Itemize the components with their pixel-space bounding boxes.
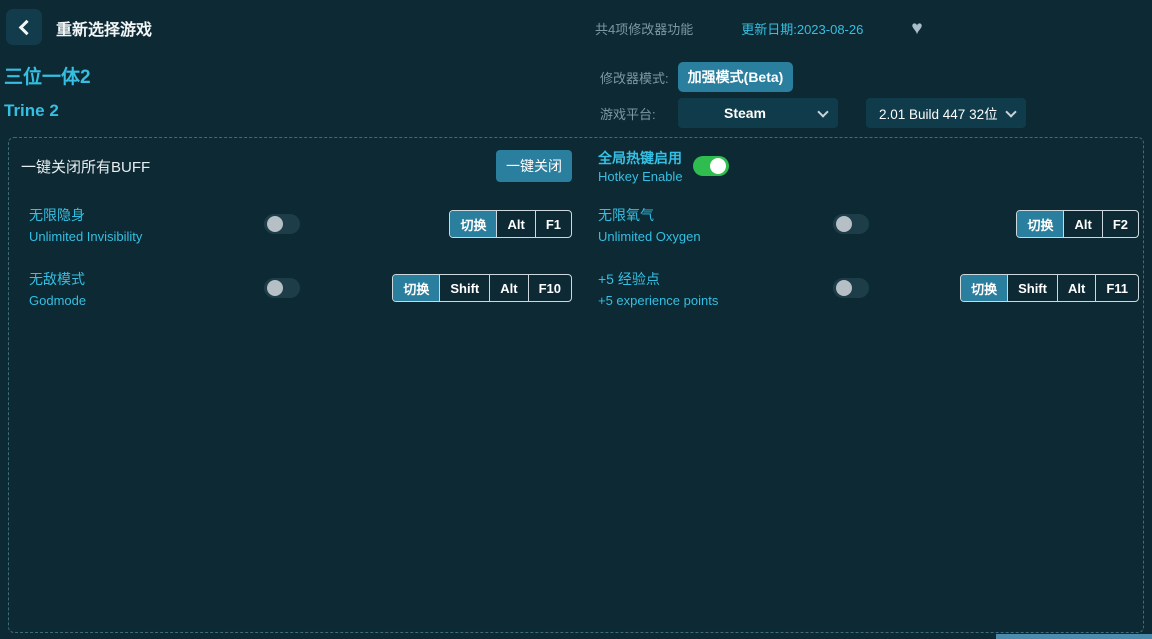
platform-label: 游戏平台:: [600, 104, 678, 123]
platform-value: Steam: [678, 98, 812, 128]
hotkey-key-badge: F10: [528, 275, 571, 301]
toggle-knob: [267, 280, 283, 296]
cheat-name-en: +5 experience points: [598, 293, 833, 308]
mode-label: 修改器模式:: [600, 68, 678, 87]
hotkey-group[interactable]: 切换ShiftAltF11: [960, 274, 1139, 302]
header: 重新选择游戏 共4项修改器功能 更新日期:2023-08-26 ♥: [0, 0, 1152, 56]
cheat-name-cn: +5 经验点: [598, 269, 833, 289]
hotkey-mode-badge: 切换: [450, 211, 496, 237]
version-value: 2.01 Build 447 32位: [866, 98, 1000, 128]
global-hotkey-toggle[interactable]: [693, 156, 729, 176]
feature-count: 共4项修改器功能: [595, 19, 693, 38]
cheat-name-en: Godmode: [29, 293, 264, 308]
hotkey-key-badge: Shift: [1007, 275, 1057, 301]
hotkey-key-badge: Alt: [496, 211, 534, 237]
chevron-down-icon: [817, 106, 828, 117]
chevron-left-icon: [18, 19, 34, 35]
cheat-name-en: Unlimited Oxygen: [598, 229, 833, 244]
horizontal-scrollbar-thumb[interactable]: [996, 634, 1152, 639]
global-hotkey-label-en: Hotkey Enable: [598, 169, 683, 184]
cheat-labels: 无限氧气 Unlimited Oxygen: [598, 205, 833, 244]
hotkey-key-badge: Alt: [1057, 275, 1095, 301]
toggle-knob: [267, 216, 283, 232]
update-date: 更新日期:2023-08-26: [741, 19, 863, 38]
toggle-knob: [836, 216, 852, 232]
version-dropdown[interactable]: 2.01 Build 447 32位: [866, 98, 1026, 128]
master-label: 一键关闭所有BUFF: [21, 156, 150, 177]
cheat-labels: 无敌模式 Godmode: [29, 269, 264, 308]
hotkey-key-badge: F11: [1095, 275, 1138, 301]
cheat-toggle[interactable]: [833, 214, 869, 234]
global-hotkey-labels: 全局热键启用 Hotkey Enable: [598, 148, 683, 184]
platform-dropdown[interactable]: Steam: [678, 98, 838, 128]
hotkey-mode-badge: 切换: [961, 275, 1007, 301]
hotkey-mode-badge: 切换: [393, 275, 439, 301]
hotkey-key-badge: F1: [535, 211, 571, 237]
cheat-toggle[interactable]: [833, 278, 869, 298]
page-title: 重新选择游戏: [56, 0, 152, 56]
chevron-down-icon: [1005, 106, 1016, 117]
game-title-cn: 三位一体2: [4, 62, 91, 89]
cheat-name-cn: 无限隐身: [29, 205, 264, 225]
cheat-toggle[interactable]: [264, 278, 300, 298]
cheat-toggle[interactable]: [264, 214, 300, 234]
cheat-name-en: Unlimited Invisibility: [29, 229, 264, 244]
back-button[interactable]: [6, 9, 42, 45]
header-meta: 共4项修改器功能 更新日期:2023-08-26 ♥: [595, 0, 923, 56]
disable-all-button[interactable]: 一键关闭: [496, 150, 572, 182]
global-hotkey-label-cn: 全局热键启用: [598, 148, 683, 168]
cheat-name-cn: 无敌模式: [29, 269, 264, 289]
cheat-row: 无限隐身 Unlimited Invisibility 切换AltF1: [9, 202, 576, 246]
hotkey-group[interactable]: 切换AltF2: [1016, 210, 1139, 238]
hotkey-key-badge: Alt: [1063, 211, 1101, 237]
cheat-row: 无敌模式 Godmode 切换ShiftAltF10: [9, 266, 576, 310]
master-row: 一键关闭所有BUFF 一键关闭 全局热键启用 Hotkey Enable: [9, 146, 1143, 186]
cheat-labels: 无限隐身 Unlimited Invisibility: [29, 205, 264, 244]
hotkey-group[interactable]: 切换ShiftAltF10: [392, 274, 572, 302]
hotkey-key-badge: Alt: [489, 275, 527, 301]
toggle-knob: [710, 158, 726, 174]
hotkey-key-badge: Shift: [439, 275, 489, 301]
cheat-row: +5 经验点 +5 experience points 切换ShiftAltF1…: [576, 266, 1143, 310]
hotkey-mode-badge: 切换: [1017, 211, 1063, 237]
toggle-knob: [836, 280, 852, 296]
game-info: 三位一体2 Trine 2: [4, 62, 91, 121]
settings-panel: 修改器模式: 加强模式(Beta) 游戏平台: Steam 2.01 Build…: [600, 62, 1026, 134]
game-title-en: Trine 2: [4, 101, 91, 121]
cheat-grid: 无限隐身 Unlimited Invisibility 切换AltF1 无限氧气…: [9, 202, 1143, 310]
cheat-row: 无限氧气 Unlimited Oxygen 切换AltF2: [576, 202, 1143, 246]
mode-button[interactable]: 加强模式(Beta): [678, 62, 793, 92]
hotkey-group[interactable]: 切换AltF1: [449, 210, 572, 238]
heart-icon[interactable]: ♥: [911, 19, 922, 38]
cheat-name-cn: 无限氧气: [598, 205, 833, 225]
trainer-window: 重新选择游戏 共4项修改器功能 更新日期:2023-08-26 ♥ 三位一体2 …: [0, 0, 1152, 639]
hotkey-key-badge: F2: [1102, 211, 1138, 237]
cheat-panel: 一键关闭所有BUFF 一键关闭 全局热键启用 Hotkey Enable 无限隐…: [8, 137, 1144, 633]
cheat-labels: +5 经验点 +5 experience points: [598, 269, 833, 308]
